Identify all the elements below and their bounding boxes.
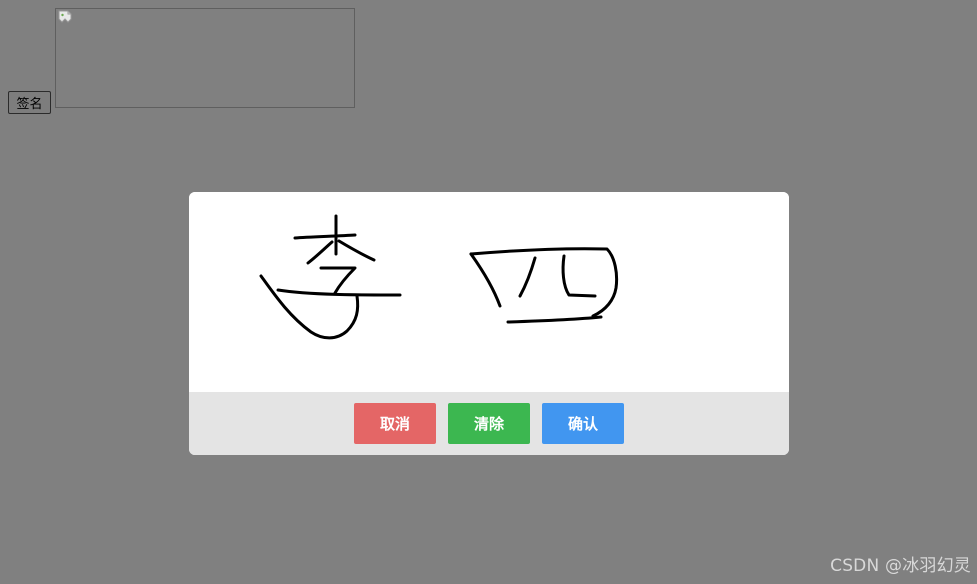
stroke (561, 254, 597, 298)
stroke (337, 239, 376, 262)
stroke (506, 315, 603, 324)
watermark: CSDN @冰羽幻灵 (830, 556, 971, 576)
signature-dialog: 取消 清除 确认 (189, 192, 789, 455)
stroke (469, 247, 619, 318)
stroke (259, 274, 360, 340)
stroke (319, 266, 357, 295)
stroke (293, 233, 357, 240)
stroke (306, 240, 334, 265)
page: 签名 取消 清除 确认 CSDN @冰羽幻灵 (0, 0, 977, 584)
confirm-button[interactable]: 确认 (542, 403, 624, 444)
broken-image-icon (58, 10, 72, 23)
dialog-footer: 取消 清除 确认 (189, 392, 789, 455)
signature-strokes (259, 214, 619, 340)
signature-pad[interactable] (189, 192, 789, 392)
signature-preview-image (55, 8, 355, 108)
cancel-button[interactable]: 取消 (354, 403, 436, 444)
stroke (469, 252, 502, 308)
clear-button[interactable]: 清除 (448, 403, 530, 444)
stroke (518, 256, 537, 298)
sign-button[interactable]: 签名 (8, 91, 51, 114)
stroke (276, 288, 402, 297)
